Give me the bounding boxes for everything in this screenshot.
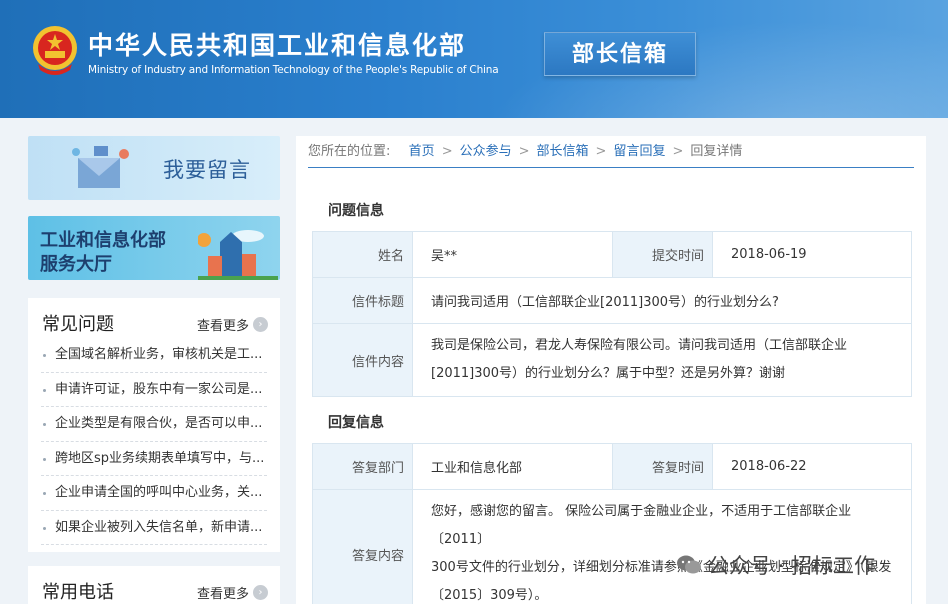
breadcrumb-separator: > <box>518 144 530 159</box>
breadcrumb-current: 回复详情 <box>690 144 743 159</box>
faq-list: 全国域名解析业务，审核机关是工... 申请许可证，股东中有一家公司是... 企业… <box>41 338 267 545</box>
reply-section-title: 回复信息 <box>328 415 384 431</box>
breadcrumb-separator: > <box>595 144 607 159</box>
reply-content-line: 您好，感谢您的留言。 保险公司属于金融业企业，不适用于工信部联企业〔2011〕 <box>431 504 852 547</box>
faq-item[interactable]: 如果企业被列入失信名单，新申请... <box>41 511 267 545</box>
site-subtitle: Ministry of Industry and Information Tec… <box>88 64 499 76</box>
minister-mailbox-badge[interactable]: 部长信箱 <box>544 32 696 76</box>
name-label: 姓名 <box>312 231 413 278</box>
question-table: 姓名 吴** 提交时间 2018-06-19 信件标题 请问我司适用（工信部联企… <box>312 231 912 397</box>
breadcrumb-separator: > <box>672 144 684 159</box>
submit-date-value: 2018-06-19 <box>712 231 912 278</box>
faq-title: 常见问题 <box>42 314 114 335</box>
submit-date-label: 提交时间 <box>612 231 713 278</box>
reply-content-line: 〔2015〕309号）。 <box>431 588 548 603</box>
site-header: 中华人民共和国工业和信息化部 Ministry of Industry and … <box>0 0 948 118</box>
faq-item[interactable]: 申请许可证，股东中有一家公司是... <box>41 373 267 407</box>
watermark-text: 公众号 · 招标工作 <box>708 554 876 578</box>
chevron-right-icon: › <box>253 585 268 600</box>
subject-value: 请问我司适用（工信部联企业[2011]300号）的行业划分么? <box>412 277 912 324</box>
national-emblem-icon <box>33 26 77 75</box>
service-hall-line2: 服务大厅 <box>40 254 112 275</box>
reply-dept-label: 答复部门 <box>312 443 413 490</box>
leave-message-label: 我要留言 <box>163 158 251 182</box>
breadcrumb: 您所在的位置: 首页 > 公众参与 > 部长信箱 > 留言回复 > 回复详情 <box>308 136 914 168</box>
breadcrumb-public[interactable]: 公众参与 <box>460 144 512 159</box>
reply-content-value: 您好，感谢您的留言。 保险公司属于金融业企业，不适用于工信部联企业〔2011〕 … <box>412 489 912 604</box>
letter-content-line: 我司是保险公司，君龙人寿保险有限公司。请问我司适用（工信部联企业 <box>431 338 848 353</box>
faq-item[interactable]: 企业类型是有限合伙，是否可以申... <box>41 407 267 442</box>
faq-panel: 常见问题 查看更多 › 全国域名解析业务，审核机关是工... 申请许可证，股东中… <box>28 298 280 552</box>
phone-panel: 常用电话 查看更多 › <box>28 566 280 604</box>
watermark: 公众号 · 招标工作 <box>676 550 875 580</box>
question-section-title: 问题信息 <box>328 203 384 219</box>
faq-item[interactable]: 企业申请全国的呼叫中心业务，关... <box>41 476 267 511</box>
faq-item[interactable]: 全国域名解析业务，审核机关是工... <box>41 338 267 373</box>
letter-content-label: 信件内容 <box>312 323 413 397</box>
breadcrumb-mailbox[interactable]: 部长信箱 <box>537 144 589 159</box>
phone-more-label: 查看更多 <box>196 587 249 602</box>
reply-date-label: 答复时间 <box>612 443 713 490</box>
main-content: 您所在的位置: 首页 > 公众参与 > 部长信箱 > 留言回复 > 回复详情 问题信息 姓名 吴… <box>296 136 926 604</box>
faq-item[interactable]: 跨地区sp业务续期表单填写中，与... <box>41 442 267 476</box>
subject-label: 信件标题 <box>312 277 413 324</box>
faq-more-label: 查看更多 <box>196 319 249 334</box>
leave-message-banner[interactable]: 我要留言 <box>28 136 280 200</box>
phone-more-link[interactable]: 查看更多 › <box>197 583 268 602</box>
envelope-icon <box>72 146 129 188</box>
site-title: 中华人民共和国工业和信息化部 <box>88 31 467 60</box>
phone-title: 常用电话 <box>42 582 114 603</box>
letter-content-line: [2011]300号）的行业划分么？属于中型？还是另外算？谢谢 <box>431 366 786 381</box>
breadcrumb-replies[interactable]: 留言回复 <box>613 144 665 159</box>
service-hall-line1: 工业和信息化部 <box>40 230 166 251</box>
service-hall-banner[interactable]: 工业和信息化部 服务大厅 <box>28 216 280 280</box>
breadcrumb-prefix: 您所在的位置: <box>308 144 391 159</box>
reply-dept-value: 工业和信息化部 <box>412 443 613 490</box>
letter-content-value: 我司是保险公司，君龙人寿保险有限公司。请问我司适用（工信部联企业 [2011]3… <box>412 323 912 397</box>
reply-content-label: 答复内容 <box>312 489 413 604</box>
name-value: 吴** <box>412 231 613 278</box>
building-icon <box>198 230 278 280</box>
breadcrumb-home[interactable]: 首页 <box>409 144 435 159</box>
wechat-icon <box>677 555 701 574</box>
chevron-right-icon: › <box>253 317 268 332</box>
faq-more-link[interactable]: 查看更多 › <box>197 315 268 334</box>
reply-date-value: 2018-06-22 <box>712 443 912 490</box>
breadcrumb-separator: > <box>441 144 453 159</box>
